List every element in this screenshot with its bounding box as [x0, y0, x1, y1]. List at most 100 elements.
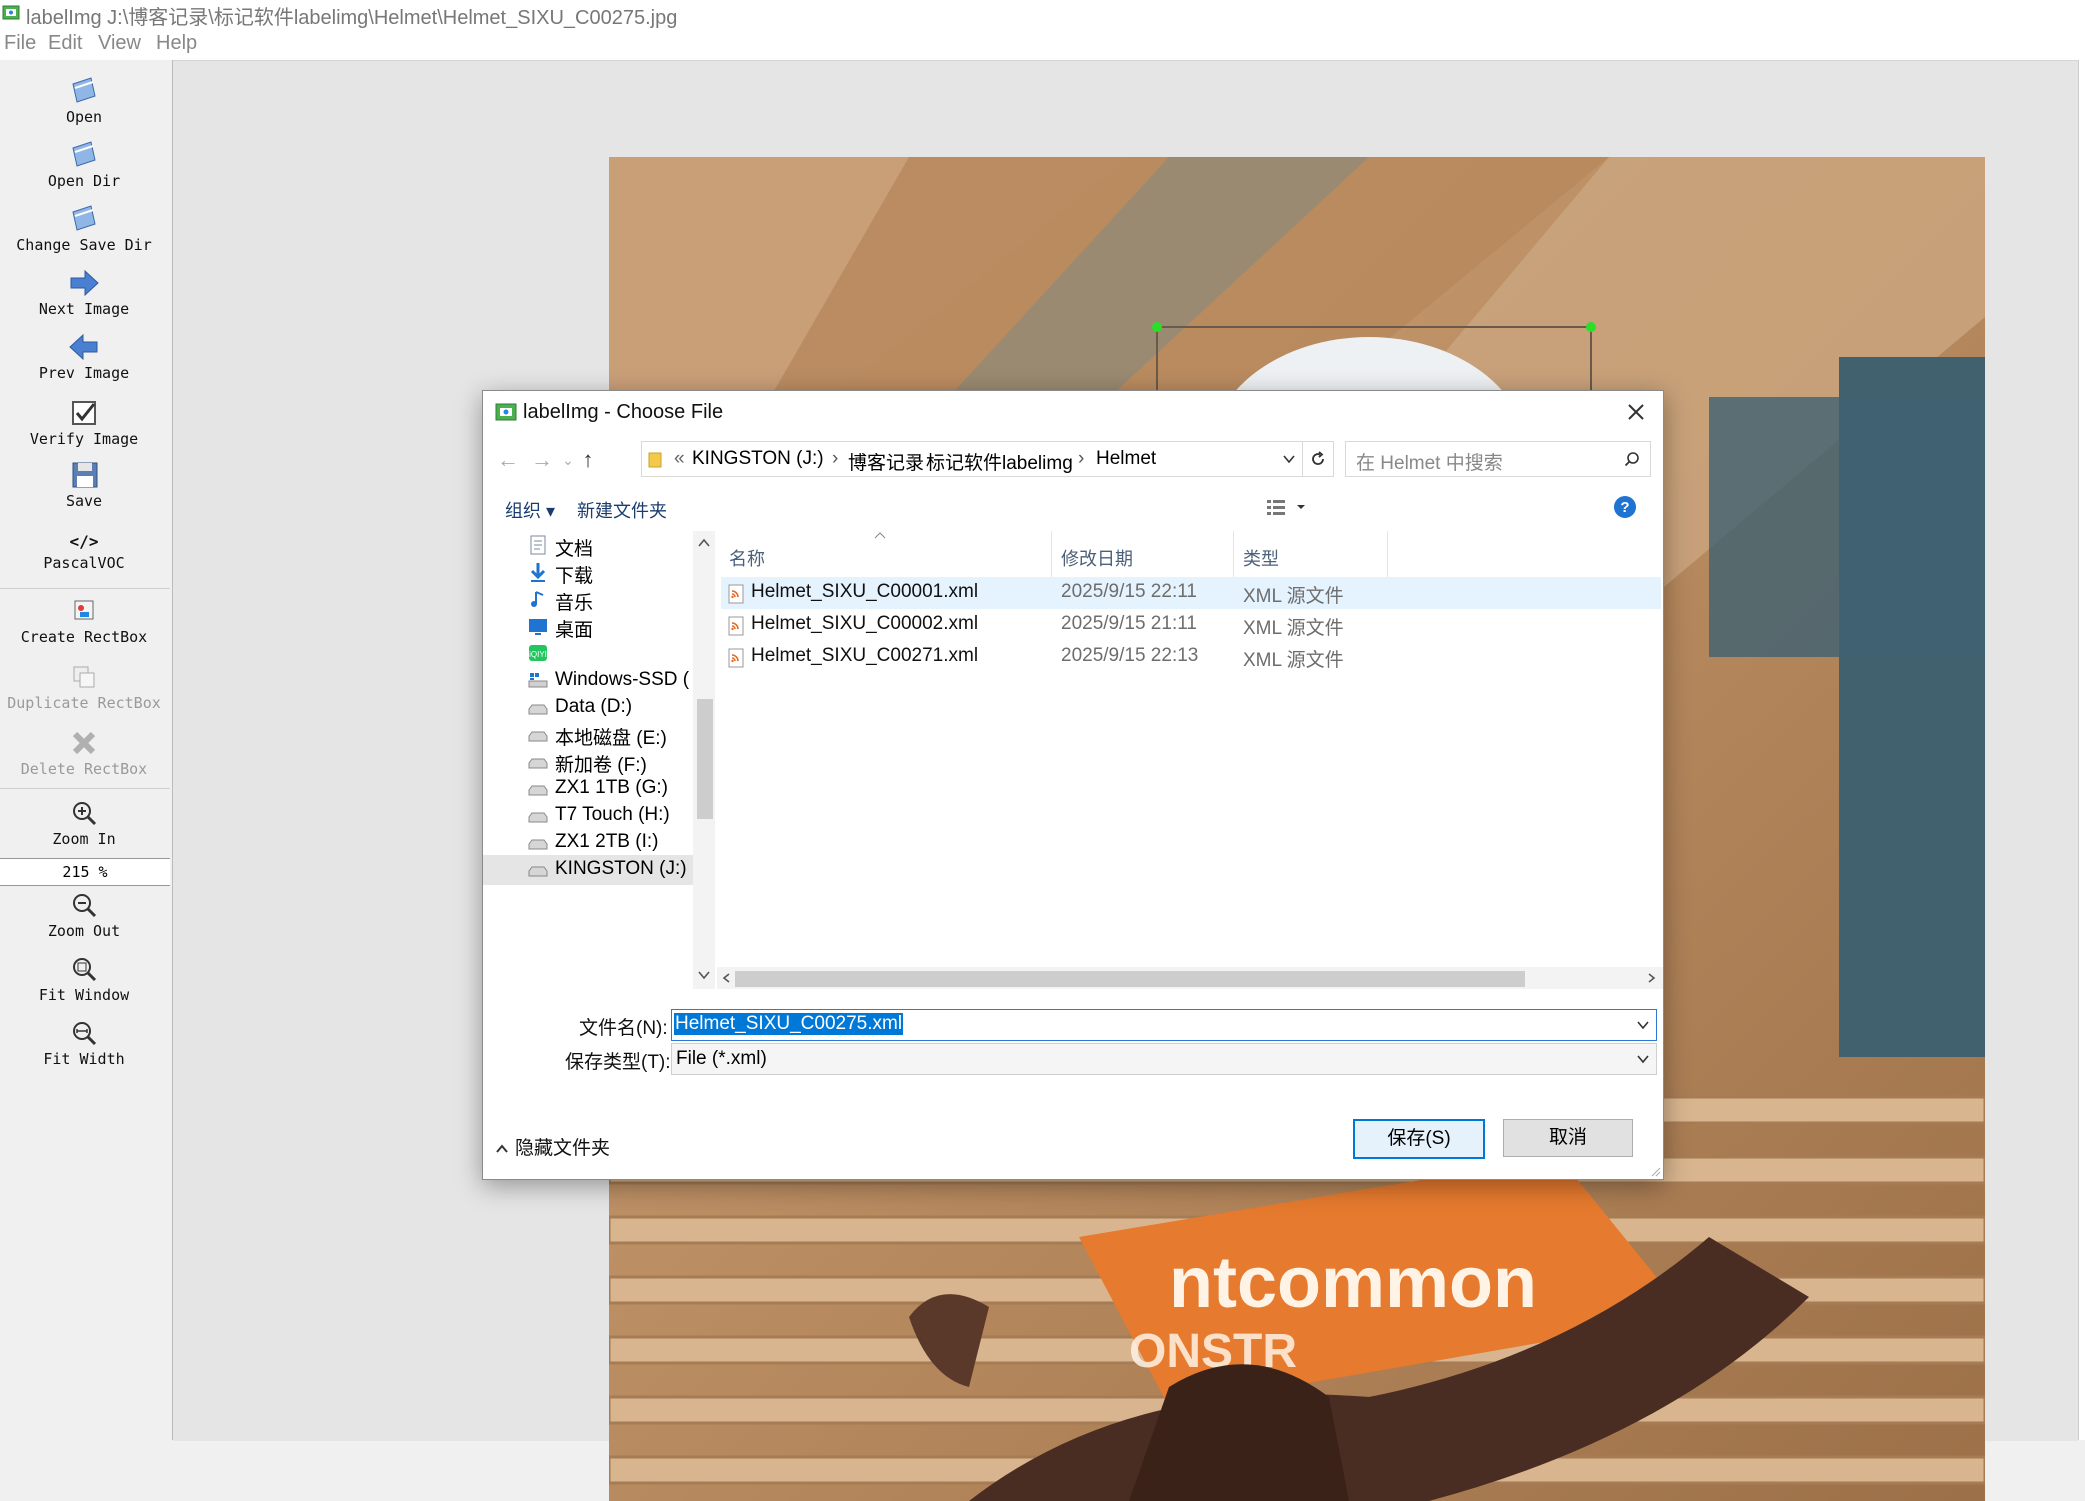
desktop-icon [529, 619, 547, 635]
zoom-in-label: Zoom In [52, 830, 116, 848]
column-header-date[interactable]: 修改日期 [1061, 545, 1133, 571]
column-separator[interactable] [1051, 531, 1052, 577]
address-bar[interactable]: « KINGSTON (J:) › 博客记录 › 标记软件labelimg › … [641, 441, 1303, 477]
change-save-dir-button[interactable]: Change Save Dir [0, 202, 168, 254]
close-icon[interactable] [1623, 399, 1649, 425]
file-list-scroll-thumb[interactable] [735, 971, 1525, 987]
fit-width-icon [73, 1022, 97, 1046]
format-button[interactable]: </> PascalVOC [0, 532, 168, 572]
hide-folders-toggle[interactable]: 隐藏文件夹 [495, 1133, 610, 1160]
search-placeholder: 在 Helmet 中搜索 [1356, 453, 1503, 474]
column-header-name[interactable]: 名称 [729, 545, 765, 571]
chevron-down-icon[interactable] [1636, 1052, 1650, 1066]
prev-image-label: Prev Image [38, 364, 130, 382]
file-name: Helmet_SIXU_C00002.xml [751, 613, 979, 634]
svg-text:?: ? [1620, 499, 1629, 516]
arrow-right-icon [70, 269, 99, 297]
breadcrumb-drive[interactable]: KINGSTON (J:) [692, 448, 824, 470]
breadcrumb-separator: › [1078, 448, 1085, 469]
chevron-up-icon [496, 1144, 508, 1153]
filename-input[interactable]: Helmet_SIXU_C00275.xml [671, 1009, 1657, 1041]
address-overflow: « [674, 448, 685, 469]
prev-image-button[interactable]: Prev Image [0, 330, 168, 382]
next-image-button[interactable]: Next Image [0, 266, 168, 318]
delete-rectbox-button[interactable]: Delete RectBox [0, 726, 168, 778]
filename-label: 文件名(N): [579, 1018, 668, 1039]
open-dir-icon [72, 141, 96, 167]
file-type: XML 源文件 [1243, 586, 1344, 607]
file-type: XML 源文件 [1243, 650, 1344, 671]
resize-grip-icon[interactable] [1649, 1165, 1661, 1177]
view-options-icon[interactable] [1265, 497, 1307, 517]
help-icon[interactable]: ? [1613, 495, 1637, 519]
left-toolbar: Open Open Dir Change Save Dir Next Image… [0, 60, 174, 1440]
chevron-down-icon[interactable] [1282, 452, 1296, 466]
fit-window-button[interactable]: Fit Window [0, 952, 168, 1004]
filetype-select[interactable]: File (*.xml) [671, 1043, 1657, 1075]
filetype-label: 保存类型(T): [565, 1052, 671, 1073]
create-rectbox-label: Create RectBox [20, 628, 148, 646]
file-row[interactable]: Helmet_SIXU_C00271.xml 2025/9/15 22:13 X… [721, 641, 1661, 673]
breadcrumb-folder-2[interactable]: 标记软件labelimg [926, 448, 1073, 475]
sort-caret-icon [874, 532, 886, 539]
fit-width-label: Fit Width [43, 1050, 125, 1068]
column-separator[interactable] [1387, 531, 1388, 577]
chevron-left-icon[interactable] [721, 972, 733, 984]
organize-menu[interactable]: 组织 ▾ [505, 497, 555, 523]
menu-edit[interactable]: Edit [48, 32, 82, 55]
fit-window-label: Fit Window [38, 986, 130, 1004]
column-separator[interactable] [1233, 531, 1234, 577]
toolbar-divider [0, 588, 170, 589]
duplicate-rectbox-label: Duplicate RectBox [7, 694, 161, 712]
zoom-value-spinbox[interactable]: 215 % [0, 858, 170, 886]
nav-item-drive-j-selected[interactable]: KINGSTON (J:) [483, 855, 693, 885]
drive-icon [528, 704, 548, 715]
menu-file[interactable]: File [4, 32, 36, 55]
nav-pane-scroll-thumb[interactable] [697, 699, 713, 819]
dialog-save-button[interactable]: 保存(S) [1353, 1119, 1485, 1159]
window-title: labelImg J:\博客记录\标记软件labelimg\Helmet\Hel… [26, 7, 678, 29]
search-icon [1624, 452, 1639, 467]
file-date: 2025/9/15 22:13 [1061, 645, 1199, 666]
file-type: XML 源文件 [1243, 618, 1344, 639]
open-dir-label: Open Dir [47, 172, 121, 190]
zoom-out-label: Zoom Out [47, 922, 121, 940]
save-label: Save [65, 492, 103, 510]
chevron-up-icon[interactable] [697, 537, 711, 549]
create-rectbox-button[interactable]: Create RectBox [0, 594, 168, 646]
drive-icon [528, 758, 548, 769]
back-arrow-icon[interactable]: ← [495, 447, 521, 473]
zoom-out-button[interactable]: Zoom Out [0, 888, 168, 940]
refresh-button[interactable] [1303, 441, 1334, 477]
file-row[interactable]: Helmet_SIXU_C00002.xml 2025/9/15 21:11 X… [721, 609, 1661, 641]
verify-image-button[interactable]: Verify Image [0, 396, 168, 448]
dialog-cancel-button[interactable]: 取消 [1503, 1119, 1633, 1157]
change-save-dir-icon [72, 205, 96, 231]
drive-icon [528, 839, 548, 850]
zoom-in-button[interactable]: Zoom In [0, 796, 168, 848]
drive-icon [528, 866, 548, 877]
canvas-vertical-scrollbar[interactable] [2078, 60, 2085, 1440]
duplicate-rectbox-button[interactable]: Duplicate RectBox [0, 660, 168, 712]
menu-help[interactable]: Help [156, 32, 197, 55]
open-dir-button[interactable]: Open Dir [0, 138, 168, 190]
menu-view[interactable]: View [98, 32, 141, 55]
column-header-type[interactable]: 类型 [1243, 545, 1279, 571]
file-date: 2025/9/15 22:11 [1061, 581, 1197, 602]
save-button[interactable]: Save [0, 458, 168, 510]
breadcrumb-folder-3[interactable]: Helmet [1096, 448, 1156, 470]
documents-icon [530, 535, 546, 555]
delete-x-icon [72, 731, 96, 755]
new-folder-button[interactable]: 新建文件夹 [577, 497, 667, 523]
open-button[interactable]: Open [0, 74, 168, 126]
fit-width-button[interactable]: Fit Width [0, 1016, 168, 1068]
search-box[interactable]: 在 Helmet 中搜索 [1345, 441, 1651, 477]
zoom-out-icon [73, 894, 97, 918]
chevron-right-icon[interactable] [1645, 972, 1657, 984]
file-row[interactable]: Helmet_SIXU_C00001.xml 2025/9/15 22:11 X… [721, 577, 1661, 609]
chevron-down-icon[interactable] [1636, 1018, 1650, 1032]
up-arrow-icon[interactable]: ↑ [575, 447, 601, 473]
forward-arrow-icon[interactable]: → [529, 447, 555, 473]
navigation-pane: 文档 下载 音乐 桌面 iQIYI Windows-SSD ( Data (D:… [483, 531, 715, 987]
chevron-down-icon[interactable] [697, 969, 711, 981]
